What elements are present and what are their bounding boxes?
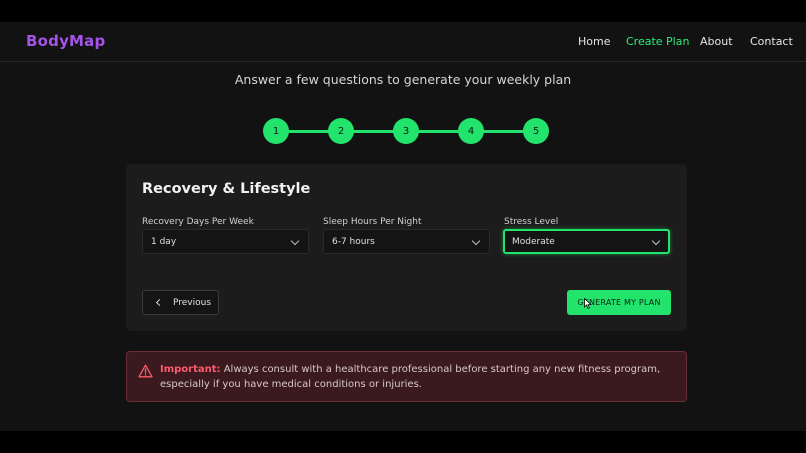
stress-level-value: Moderate	[512, 237, 555, 247]
previous-button[interactable]: Previous	[142, 290, 219, 315]
alert-important-label: Important:	[160, 364, 221, 375]
chevron-down-icon	[290, 236, 300, 246]
chevron-down-icon	[651, 236, 661, 246]
mouse-cursor-icon	[584, 298, 592, 309]
chevron-down-icon	[471, 236, 481, 246]
brand-logo[interactable]: BodyMap	[26, 32, 105, 50]
nav-create-plan[interactable]: Create Plan	[626, 35, 689, 48]
recovery-days-select[interactable]: 1 day	[142, 229, 309, 254]
chevron-left-icon	[155, 298, 164, 307]
step-5: 5	[523, 118, 549, 144]
section-title: Recovery & Lifestyle	[142, 181, 311, 197]
alert-body-text: Always consult with a healthcare profess…	[160, 364, 661, 390]
step-3: 3	[393, 118, 419, 144]
warning-icon	[138, 364, 153, 378]
recovery-days-label: Recovery Days Per Week	[142, 217, 254, 227]
recovery-days-value: 1 day	[151, 237, 177, 247]
form-card: Recovery & Lifestyle Recovery Days Per W…	[126, 164, 687, 331]
generate-plan-button[interactable]: GENERATE MY PLAN	[567, 290, 671, 315]
previous-button-label: Previous	[173, 298, 212, 308]
nav-about[interactable]: About	[700, 35, 733, 48]
sleep-hours-value: 6-7 hours	[332, 237, 375, 247]
step-4: 4	[458, 118, 484, 144]
step-1: 1	[263, 118, 289, 144]
alert-message: Important: Always consult with a healthc…	[160, 362, 680, 392]
stress-level-label: Stress Level	[504, 217, 559, 227]
nav-home[interactable]: Home	[578, 35, 610, 48]
sleep-hours-label: Sleep Hours Per Night	[323, 217, 422, 227]
nav-contact[interactable]: Contact	[750, 35, 793, 48]
stress-level-select[interactable]: Moderate	[503, 229, 670, 254]
sleep-hours-select[interactable]: 6-7 hours	[323, 229, 490, 254]
page-subtitle: Answer a few questions to generate your …	[234, 72, 572, 87]
important-alert: Important: Always consult with a healthc…	[126, 351, 687, 402]
app-window: BodyMap Home Create Plan About Contact A…	[0, 22, 806, 431]
navbar: BodyMap Home Create Plan About Contact	[0, 22, 806, 62]
step-2: 2	[328, 118, 354, 144]
